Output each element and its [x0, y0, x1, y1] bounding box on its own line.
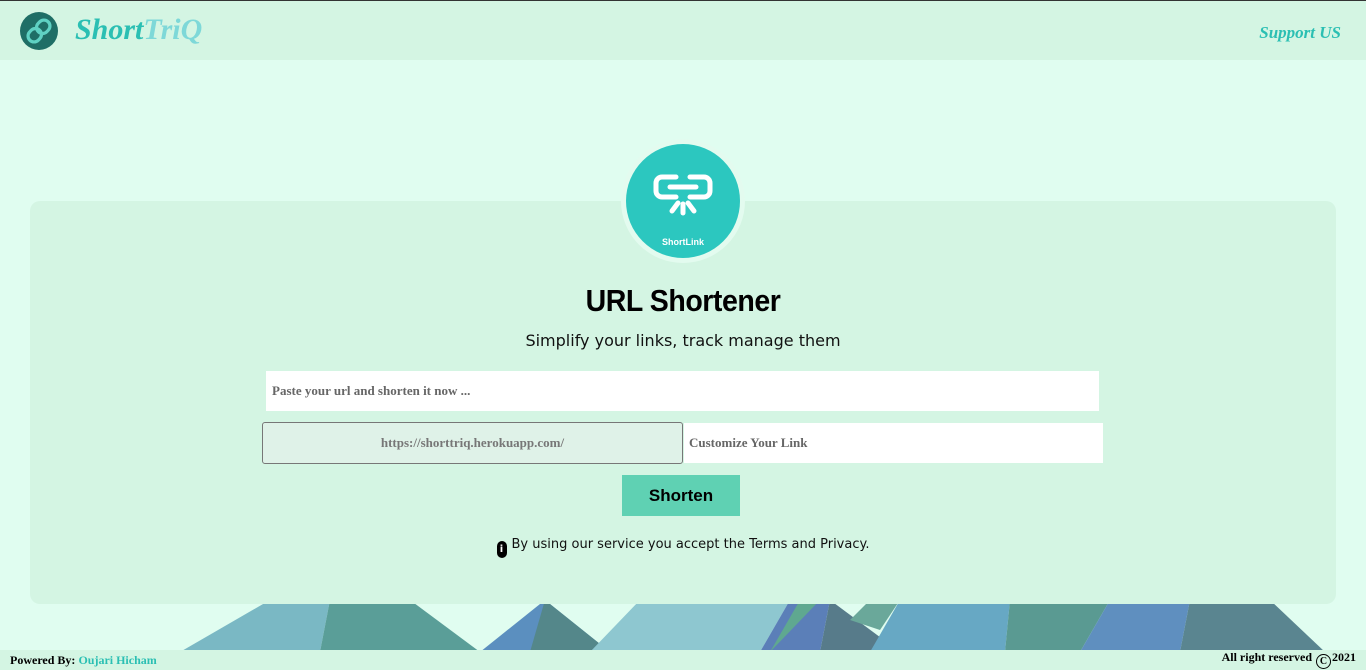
chain-link-icon[interactable] — [20, 12, 58, 50]
logo-caption: ShortLink — [662, 237, 704, 247]
copyright-icon: C — [1316, 654, 1331, 669]
shortlink-logo-circle: ShortLink — [626, 144, 740, 258]
powered-by: Powered By: Oujari Hicham — [10, 653, 157, 668]
shorten-button[interactable]: Shorten — [622, 475, 740, 516]
footer: Powered By: Oujari Hicham All right rese… — [0, 650, 1366, 670]
brand-name[interactable]: ShortTriQ — [75, 13, 202, 47]
powered-label: Powered By: — [10, 653, 76, 667]
support-us-link[interactable]: Support US — [1259, 23, 1341, 43]
custom-alias-input[interactable] — [684, 423, 1103, 463]
info-icon: i — [496, 541, 507, 558]
author-link[interactable]: Oujari Hicham — [78, 653, 156, 667]
page-subtitle: Simplify your links, track manage them — [525, 331, 841, 350]
mountain-decoration — [180, 600, 1325, 652]
copyright: All right reserved C 2021 — [1222, 650, 1356, 669]
top-navbar: ShortTriQ Support US — [0, 0, 1366, 60]
page: ShortTriQ Support US ShortLink URL Short… — [0, 0, 1366, 670]
brand-part-1: Short — [75, 13, 144, 46]
terms-notice: i By using our service you accept the Ter… — [0, 537, 1366, 558]
brand-part-2: TriQ — [143, 13, 203, 46]
page-title: URL Shortener — [585, 283, 781, 318]
shortlink-logo: ShortLink — [621, 139, 745, 263]
copyright-year: 2021 — [1332, 650, 1356, 664]
domain-prefix: https://shorttriq.herokuapp.com/ — [262, 422, 683, 464]
rights-text: All right reserved — [1221, 650, 1312, 664]
terms-text: By using our service you accept the Term… — [511, 537, 870, 552]
url-input[interactable] — [266, 371, 1099, 411]
